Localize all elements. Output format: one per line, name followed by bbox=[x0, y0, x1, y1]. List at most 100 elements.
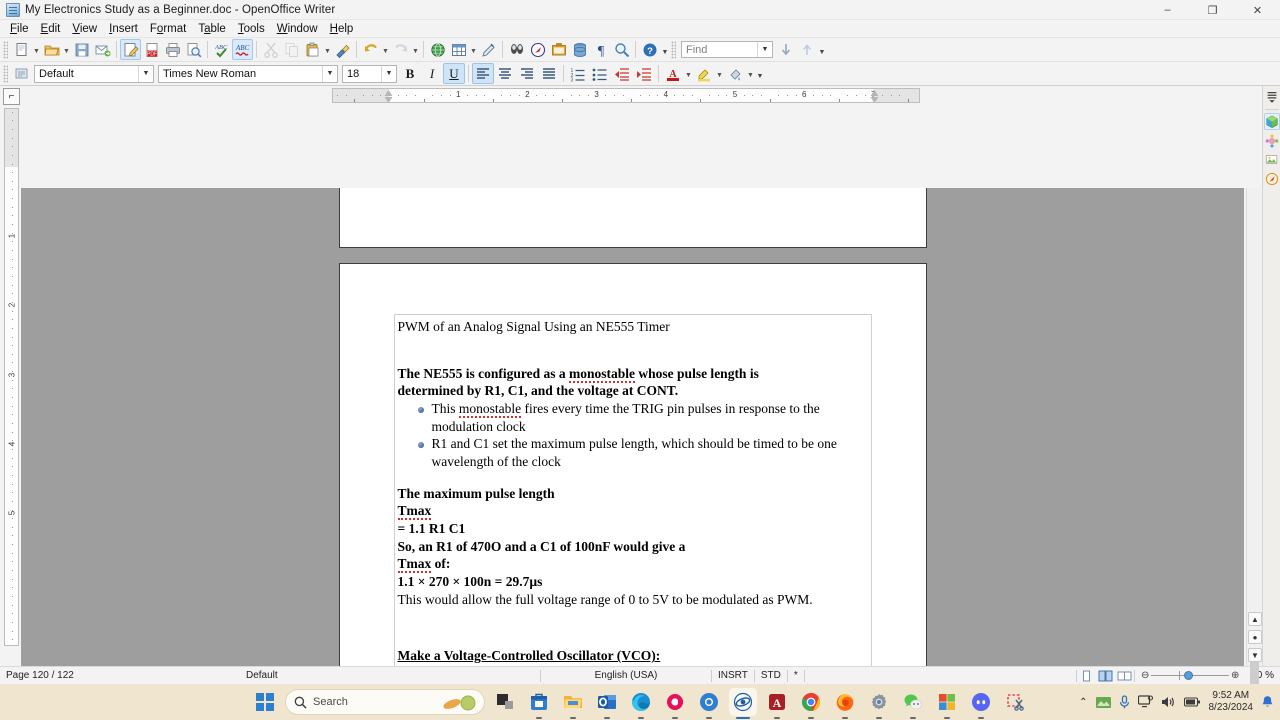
file-explorer-icon[interactable] bbox=[559, 688, 587, 716]
standard-toolbar-overflow[interactable]: ▼ bbox=[660, 39, 670, 60]
menu-format[interactable]: Format bbox=[144, 22, 192, 36]
outlook-icon[interactable] bbox=[593, 688, 621, 716]
italic-icon[interactable]: I bbox=[421, 63, 443, 84]
properties-icon[interactable] bbox=[1263, 113, 1280, 130]
find-toolbar-overflow[interactable]: ▼ bbox=[817, 39, 827, 60]
background-color-dropdown-icon[interactable]: ▼ bbox=[746, 63, 755, 84]
redo-icon[interactable] bbox=[390, 39, 411, 60]
hyperlink-icon[interactable] bbox=[427, 39, 448, 60]
formatting-toolbar-grip[interactable] bbox=[3, 64, 8, 83]
redo-dropdown-icon[interactable]: ▼ bbox=[411, 39, 420, 60]
menu-table[interactable]: Table bbox=[192, 22, 232, 36]
task-view-icon[interactable] bbox=[491, 688, 519, 716]
align-right-icon[interactable] bbox=[516, 63, 538, 84]
camera-icon[interactable] bbox=[661, 688, 689, 716]
vertical-scrollbar[interactable]: ▲ ● ▼ bbox=[1246, 188, 1262, 688]
find-input[interactable]: Find ▼ bbox=[681, 41, 773, 58]
status-language[interactable]: English (USA) bbox=[541, 670, 711, 681]
ordered-list-icon[interactable]: 123 bbox=[567, 63, 589, 84]
previous-page-button[interactable]: ▲ bbox=[1248, 612, 1262, 626]
page-current[interactable]: PWM of an Analog Signal Using an NE555 T… bbox=[338, 263, 927, 666]
font-color-dropdown-icon[interactable]: ▼ bbox=[684, 63, 693, 84]
email-document-icon[interactable] bbox=[92, 39, 113, 60]
openoffice-icon[interactable] bbox=[729, 688, 757, 716]
open-document-dropdown-icon[interactable]: ▼ bbox=[62, 39, 71, 60]
microsoft-store-icon[interactable] bbox=[525, 688, 553, 716]
find-dropdown-icon[interactable]: ▼ bbox=[757, 42, 772, 57]
first-line-indent-marker[interactable] bbox=[384, 90, 394, 102]
chrome-canary-icon[interactable] bbox=[695, 688, 723, 716]
status-page[interactable]: Page 120 / 122 bbox=[0, 670, 240, 681]
justified-icon[interactable] bbox=[538, 63, 560, 84]
align-left-icon[interactable] bbox=[472, 63, 494, 84]
snipping-tool-icon[interactable] bbox=[1001, 688, 1029, 716]
status-document-modified[interactable]: * bbox=[788, 670, 804, 681]
menu-help[interactable]: Help bbox=[324, 22, 360, 36]
font-name-combo[interactable]: Times New Roman ▼ bbox=[158, 64, 338, 83]
find-toolbar-grip[interactable] bbox=[671, 40, 676, 59]
gallery-icon[interactable] bbox=[548, 39, 569, 60]
increase-indent-icon[interactable] bbox=[633, 63, 655, 84]
font-size-dropdown-icon[interactable]: ▼ bbox=[381, 65, 396, 82]
navigation-button[interactable]: ● bbox=[1248, 630, 1262, 644]
undo-dropdown-icon[interactable]: ▼ bbox=[381, 39, 390, 60]
autospellcheck-icon[interactable]: ABC bbox=[232, 39, 253, 60]
undo-icon[interactable] bbox=[360, 39, 381, 60]
right-indent-marker[interactable] bbox=[870, 90, 880, 102]
new-document-icon[interactable] bbox=[11, 39, 32, 60]
menu-insert[interactable]: Insert bbox=[103, 22, 144, 36]
styles-icon[interactable] bbox=[1264, 132, 1280, 149]
zoom-in-icon[interactable]: ⊕ bbox=[1229, 670, 1241, 681]
new-document-dropdown-icon[interactable]: ▼ bbox=[32, 39, 41, 60]
multi-page-view-icon[interactable] bbox=[1097, 669, 1114, 683]
vertical-ruler[interactable]: 1 2 3 4 5 bbox=[4, 108, 19, 646]
close-button[interactable]: ✕ bbox=[1235, 0, 1280, 20]
paste-icon[interactable] bbox=[302, 39, 323, 60]
find-previous-icon[interactable] bbox=[796, 39, 817, 60]
status-page-style[interactable]: Default bbox=[240, 670, 540, 681]
taskbar-clock[interactable]: 9:52 AM 8/23/2024 bbox=[1209, 690, 1254, 715]
search-input[interactable]: Search bbox=[285, 689, 485, 715]
maximize-button[interactable]: ❐ bbox=[1190, 0, 1235, 20]
navigator-icon[interactable] bbox=[527, 39, 548, 60]
clone-formatting-icon[interactable] bbox=[332, 39, 353, 60]
discord-icon[interactable] bbox=[967, 688, 995, 716]
spelling-check-icon[interactable]: ABC bbox=[211, 39, 232, 60]
toolbar-grip[interactable] bbox=[3, 40, 8, 59]
text-frame[interactable]: PWM of an Analog Signal Using an NE555 T… bbox=[393, 314, 872, 666]
book-view-icon[interactable] bbox=[1116, 669, 1133, 683]
menu-tools[interactable]: Tools bbox=[232, 22, 271, 36]
wechat-icon[interactable] bbox=[899, 688, 927, 716]
paragraph-style-dropdown-icon[interactable]: ▼ bbox=[138, 65, 153, 82]
export-pdf-icon[interactable]: PDF bbox=[141, 39, 162, 60]
highlighting-dropdown-icon[interactable]: ▼ bbox=[715, 63, 724, 84]
cut-icon[interactable] bbox=[260, 39, 281, 60]
unordered-list-icon[interactable] bbox=[589, 63, 611, 84]
edit-file-icon[interactable] bbox=[120, 39, 141, 60]
navigator-icon[interactable] bbox=[1264, 170, 1280, 187]
menu-file[interactable]: File bbox=[4, 22, 35, 36]
status-selection-mode[interactable]: STD bbox=[755, 670, 787, 681]
open-document-icon[interactable] bbox=[41, 39, 62, 60]
print-icon[interactable] bbox=[162, 39, 183, 60]
zoom-icon[interactable] bbox=[611, 39, 632, 60]
settings-icon[interactable] bbox=[865, 688, 893, 716]
align-center-icon[interactable] bbox=[494, 63, 516, 84]
help-icon[interactable]: ? bbox=[639, 39, 660, 60]
background-color-icon[interactable] bbox=[724, 63, 746, 84]
sidebar-settings-icon[interactable] bbox=[1264, 88, 1280, 105]
zoom-knob[interactable] bbox=[1184, 671, 1194, 680]
paste-dropdown-icon[interactable]: ▼ bbox=[323, 39, 332, 60]
adobe-acrobat-icon[interactable]: A bbox=[763, 688, 791, 716]
paragraph-style-icon[interactable] bbox=[11, 63, 32, 84]
gallery-icon[interactable] bbox=[1264, 151, 1280, 168]
save-icon[interactable] bbox=[71, 39, 92, 60]
zoom-slider[interactable]: ⊖ ⊕ bbox=[1135, 670, 1245, 681]
data-sources-icon[interactable] bbox=[569, 39, 590, 60]
horizontal-ruler[interactable]: 1234567 bbox=[332, 88, 920, 103]
show-hidden-icons[interactable]: ⌃ bbox=[1079, 697, 1087, 708]
font-size-combo[interactable]: 18 ▼ bbox=[342, 64, 397, 83]
menu-view[interactable]: View bbox=[66, 22, 103, 36]
underline-icon[interactable]: U bbox=[443, 63, 465, 84]
google-chrome-icon[interactable] bbox=[797, 688, 825, 716]
